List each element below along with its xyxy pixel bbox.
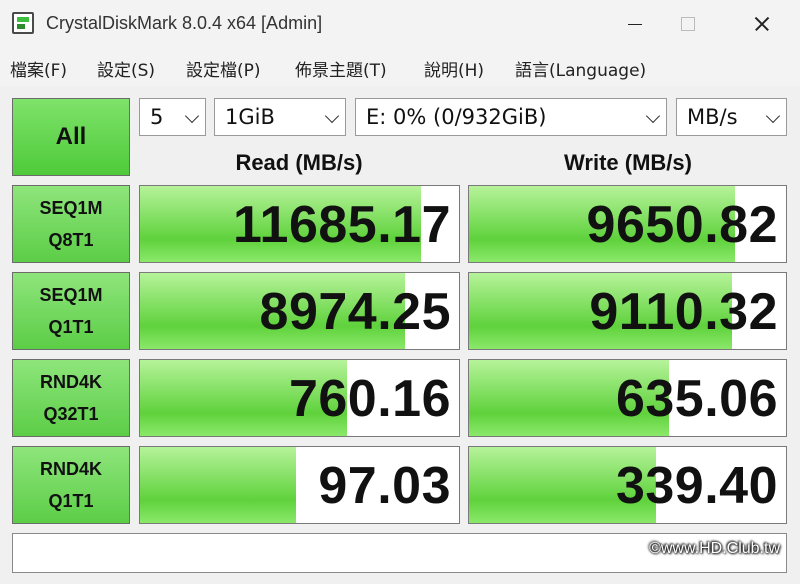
write-value: 339.40: [615, 457, 778, 515]
row-label-line1: RND4K: [39, 459, 102, 479]
read-result-cell: 11685.17: [139, 185, 460, 263]
title-bar: CrystalDiskMark 8.0.4 x64 [Admin]: [0, 0, 800, 48]
write-header: Write (MB/s): [564, 150, 692, 175]
test-count-value: 5: [150, 105, 164, 129]
read-result-cell: 8974.25: [139, 272, 460, 350]
unit-select[interactable]: MB/s: [676, 98, 787, 136]
minimize-button[interactable]: [612, 6, 656, 42]
drive-value: E: 0% (0/932GiB): [366, 105, 547, 129]
write-value: 9110.32: [589, 283, 778, 341]
run-all-button[interactable]: All: [12, 98, 130, 176]
test-seq1m-q8t1-button[interactable]: SEQ1M Q8T1: [12, 185, 130, 263]
chevron-down-icon: [324, 108, 340, 124]
menu-file[interactable]: 檔案(F): [10, 56, 67, 81]
menu-profile[interactable]: 設定檔(P): [186, 56, 261, 81]
menu-language[interactable]: 語言(Language): [515, 56, 646, 81]
test-rnd4k-q32t1-button[interactable]: RND4K Q32T1: [12, 359, 130, 437]
write-result-cell: 9110.32: [468, 272, 787, 350]
read-result-cell: 760.16: [139, 359, 460, 437]
test-rnd4k-q1t1-button[interactable]: RND4K Q1T1: [12, 446, 130, 524]
read-value: 11685.17: [232, 196, 451, 254]
write-value: 9650.82: [586, 196, 778, 254]
row-label-line2: Q1T1: [48, 491, 94, 511]
menu-settings[interactable]: 設定(S): [97, 56, 155, 81]
read-bar: [140, 447, 297, 523]
write-result-cell: 339.40: [468, 446, 787, 524]
chevron-down-icon: [184, 108, 200, 124]
test-size-select[interactable]: 1GiB: [214, 98, 346, 136]
write-result-cell: 9650.82: [468, 185, 787, 263]
write-result-cell: 635.06: [468, 359, 787, 437]
row-label-line1: SEQ1M: [39, 285, 103, 305]
chevron-down-icon: [765, 108, 781, 124]
read-value: 8974.25: [259, 283, 451, 341]
app-icon: [12, 12, 34, 34]
menu-theme[interactable]: 佈景主題(T): [295, 56, 387, 81]
maximize-button[interactable]: [665, 6, 709, 42]
row-label-line2: Q8T1: [48, 230, 94, 250]
menu-bar: 檔案(F) 設定(S) 設定檔(P) 佈景主題(T) 說明(H) 語言(Lang…: [0, 52, 800, 82]
watermark: ©www.HD.Club.tw: [649, 540, 780, 557]
row-label-line1: SEQ1M: [39, 198, 103, 218]
row-label-line2: Q32T1: [43, 404, 99, 424]
read-result-cell: 97.03: [139, 446, 460, 524]
drive-select[interactable]: E: 0% (0/932GiB): [355, 98, 667, 136]
write-value: 635.06: [615, 370, 778, 428]
unit-value: MB/s: [687, 105, 738, 129]
read-header: Read (MB/s): [235, 150, 363, 175]
test-size-value: 1GiB: [225, 105, 275, 129]
menu-help[interactable]: 說明(H): [424, 56, 484, 81]
test-seq1m-q1t1-button[interactable]: SEQ1M Q1T1: [12, 272, 130, 350]
read-value: 760.16: [288, 370, 451, 428]
close-button[interactable]: [740, 6, 784, 42]
read-value: 97.03: [318, 457, 451, 515]
row-label-line2: Q1T1: [48, 317, 94, 337]
window-title: CrystalDiskMark 8.0.4 x64 [Admin]: [46, 13, 323, 33]
test-count-select[interactable]: 5: [139, 98, 206, 136]
row-label-line1: RND4K: [39, 372, 102, 392]
chevron-down-icon: [645, 108, 661, 124]
